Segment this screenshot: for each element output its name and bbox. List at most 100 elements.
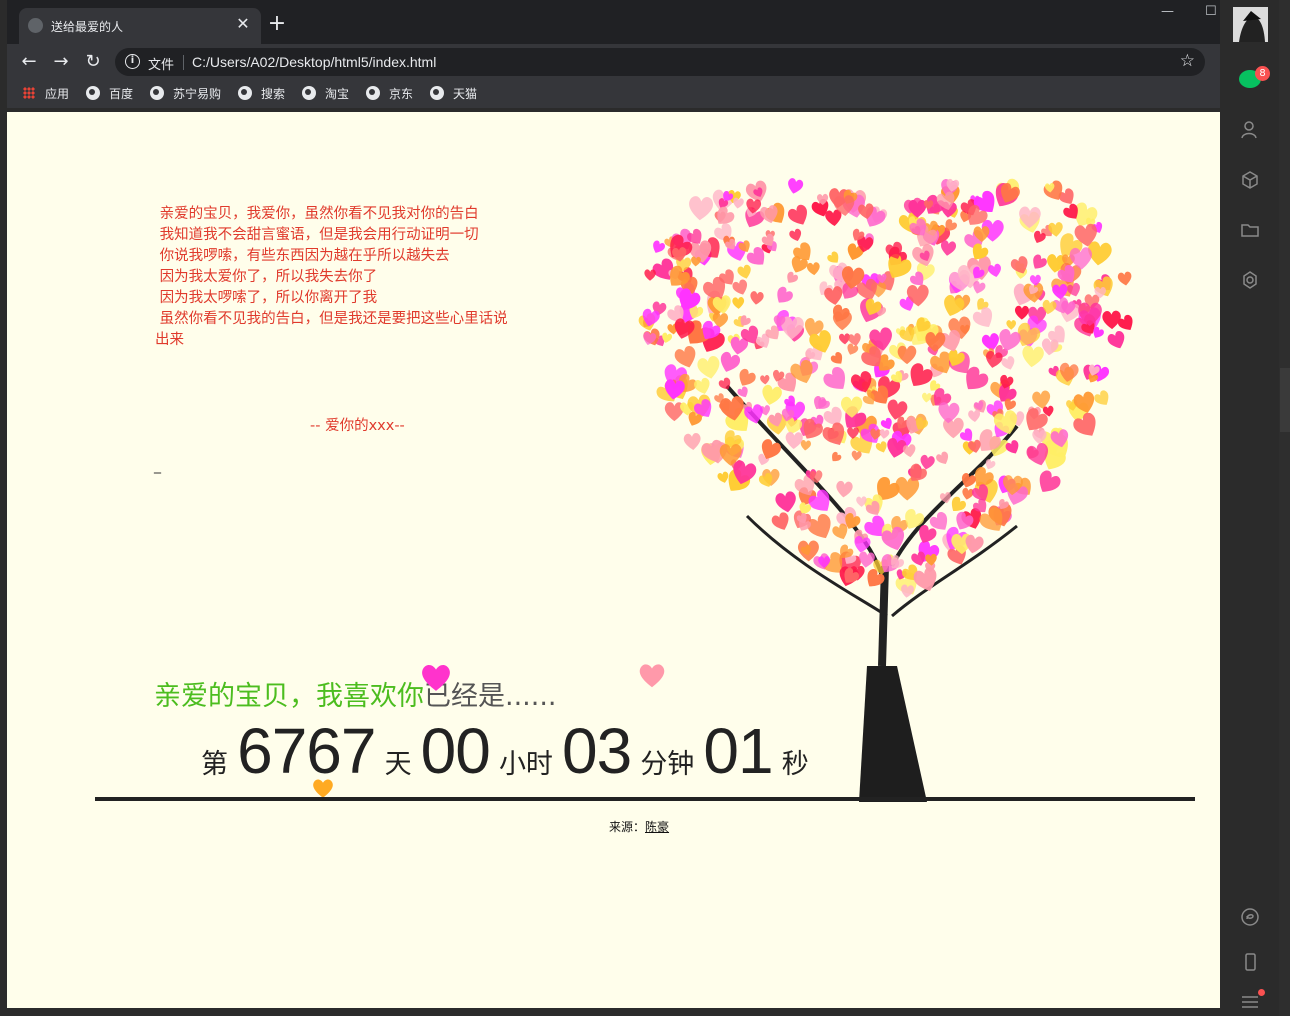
heart-leaf	[851, 450, 862, 461]
letter-line: 因为我太爱你了，所以我失去你了	[155, 269, 378, 285]
bookmark-star-icon[interactable]: ☆	[1180, 51, 1195, 71]
heart-leaf	[1022, 345, 1044, 368]
timer-hours: 00	[420, 715, 491, 787]
heart-leaf	[922, 392, 932, 403]
scrollbar-thumb[interactable]	[1280, 368, 1290, 432]
notification-dot	[1258, 989, 1265, 996]
heart-leaf	[697, 356, 720, 379]
forward-arrow-icon[interactable]: →	[49, 50, 73, 74]
letter-line: 因为我太啰嗦了，所以你离开了我	[155, 290, 378, 306]
heart-leaf	[689, 196, 714, 221]
heart-leaf	[1102, 310, 1121, 330]
heart-leaf	[788, 178, 804, 194]
url-text[interactable]: C:/Users/A02/Desktop/html5/index.html	[192, 54, 436, 70]
timer-days-unit: 天	[384, 749, 412, 780]
heart-leaf	[1001, 356, 1015, 370]
browser-tab[interactable]: 送给最爱的人 ✕	[19, 8, 261, 44]
bookmarks-bar: 应用 百度 苏宁易购 搜索 淘宝 京东 天猫	[7, 80, 1220, 108]
heart-leaf	[788, 204, 808, 225]
love-letter: 亲爱的宝贝，我爱你，虽然你看不见我对你的告白 我知道我不会甜言蜜语，但是我会用行…	[155, 204, 555, 351]
globe-icon	[150, 86, 164, 100]
heart-leaf	[972, 307, 993, 328]
heart-leaf	[1094, 390, 1109, 405]
reload-icon[interactable]: ↻	[81, 50, 105, 74]
letter-line: 出来	[155, 332, 184, 348]
cube-icon[interactable]	[1240, 170, 1260, 190]
heart-leaf	[1039, 470, 1061, 492]
love-timer: 第 6767 天 00 小时 03 分钟 01 秒	[201, 714, 809, 788]
globe-icon	[86, 86, 100, 100]
heart-leaf	[1014, 305, 1029, 320]
minimize-icon[interactable]: —	[1161, 4, 1174, 19]
heart-leaf	[733, 197, 744, 209]
tab-title: 送给最爱的人	[51, 20, 124, 34]
heart-leaf	[836, 480, 853, 498]
bookmark-jd[interactable]: 京东	[366, 85, 413, 103]
typing-cursor: _	[154, 458, 161, 474]
heart-leaves	[638, 178, 1133, 598]
heart-leaf	[830, 352, 843, 364]
new-tab-button[interactable]: +	[265, 12, 289, 36]
bookmark-search[interactable]: 搜索	[238, 85, 285, 103]
folder-icon[interactable]	[1240, 220, 1260, 240]
source-credit: 来源：陈豪	[609, 818, 669, 835]
heart-leaf	[771, 512, 789, 530]
globe-icon	[302, 86, 316, 100]
heart-leaf	[644, 269, 656, 281]
settings-icon[interactable]	[1240, 270, 1260, 290]
heart-leaf	[789, 228, 802, 242]
timer-seconds: 01	[703, 715, 773, 787]
globe-icon	[28, 18, 43, 33]
falling-heart-icon	[639, 664, 665, 688]
chat-badge: 8	[1255, 66, 1270, 81]
heart-leaf	[717, 471, 729, 483]
tab-strip: 送给最爱的人 ✕ + — ☐	[7, 0, 1220, 44]
contacts-icon[interactable]	[1240, 120, 1260, 140]
globe-icon	[238, 86, 252, 100]
heart-leaf	[1107, 330, 1125, 349]
bookmark-apps[interactable]: 应用	[23, 85, 69, 103]
mini-program-icon[interactable]	[1240, 907, 1260, 927]
tree-trunk	[859, 666, 927, 802]
heart-leaf	[832, 451, 842, 462]
heart-tree-illustration	[638, 178, 1133, 802]
letter-line: 我知道我不会甜言蜜语，但是我会用行动证明一切	[155, 227, 479, 243]
heart-leaf	[785, 431, 803, 450]
heart-leaf	[750, 291, 764, 305]
heading-green-text: 亲爱的宝贝，我喜欢你	[154, 681, 424, 712]
source-link[interactable]: 陈豪	[645, 820, 669, 834]
bookmark-suning[interactable]: 苏宁易购	[150, 85, 221, 103]
letter-line: 你说我啰嗦，有些东西因为越在乎所以越失去	[155, 248, 450, 264]
url-scheme-label: 文件	[148, 58, 175, 73]
browser-window: 送给最爱的人 ✕ + — ☐ ← → ↻ i 文件 C:/Users/A02/D…	[7, 0, 1220, 1016]
timer-hours-unit: 小时	[498, 749, 553, 780]
heart-leaf	[901, 584, 915, 598]
back-arrow-icon[interactable]: ←	[17, 50, 41, 74]
heart-leaf	[683, 433, 701, 450]
heart-leaf	[732, 279, 748, 295]
heart-leaf	[739, 368, 756, 386]
heart-leaf	[806, 262, 820, 276]
address-bar[interactable]: i 文件 C:/Users/A02/Desktop/html5/index.ht…	[115, 48, 1205, 76]
heart-leaf	[944, 295, 965, 317]
phone-icon[interactable]	[1240, 952, 1260, 972]
bookmark-baidu[interactable]: 百度	[86, 85, 133, 103]
close-tab-icon[interactable]: ✕	[233, 14, 253, 34]
menu-icon[interactable]	[1240, 992, 1260, 1012]
heart-leaf	[762, 384, 782, 405]
bookmark-taobao[interactable]: 淘宝	[302, 85, 349, 103]
heart-leaf	[775, 491, 796, 513]
avatar[interactable]	[1233, 7, 1268, 42]
heart-leaf	[732, 297, 745, 309]
letter-signature: -- 爱你的xxx--	[310, 418, 405, 434]
heart-leaf	[1006, 320, 1017, 330]
timer-prefix: 第	[201, 749, 228, 780]
heart-leaf	[777, 286, 793, 303]
globe-icon	[366, 86, 380, 100]
info-icon[interactable]: i	[125, 54, 140, 69]
divider	[183, 55, 184, 70]
maximize-icon[interactable]: ☐	[1205, 4, 1217, 19]
heart-leaf	[1033, 254, 1047, 269]
navigation-toolbar: ← → ↻ i 文件 C:/Users/A02/Desktop/html5/in…	[7, 44, 1220, 80]
bookmark-tmall[interactable]: 天猫	[430, 85, 477, 103]
